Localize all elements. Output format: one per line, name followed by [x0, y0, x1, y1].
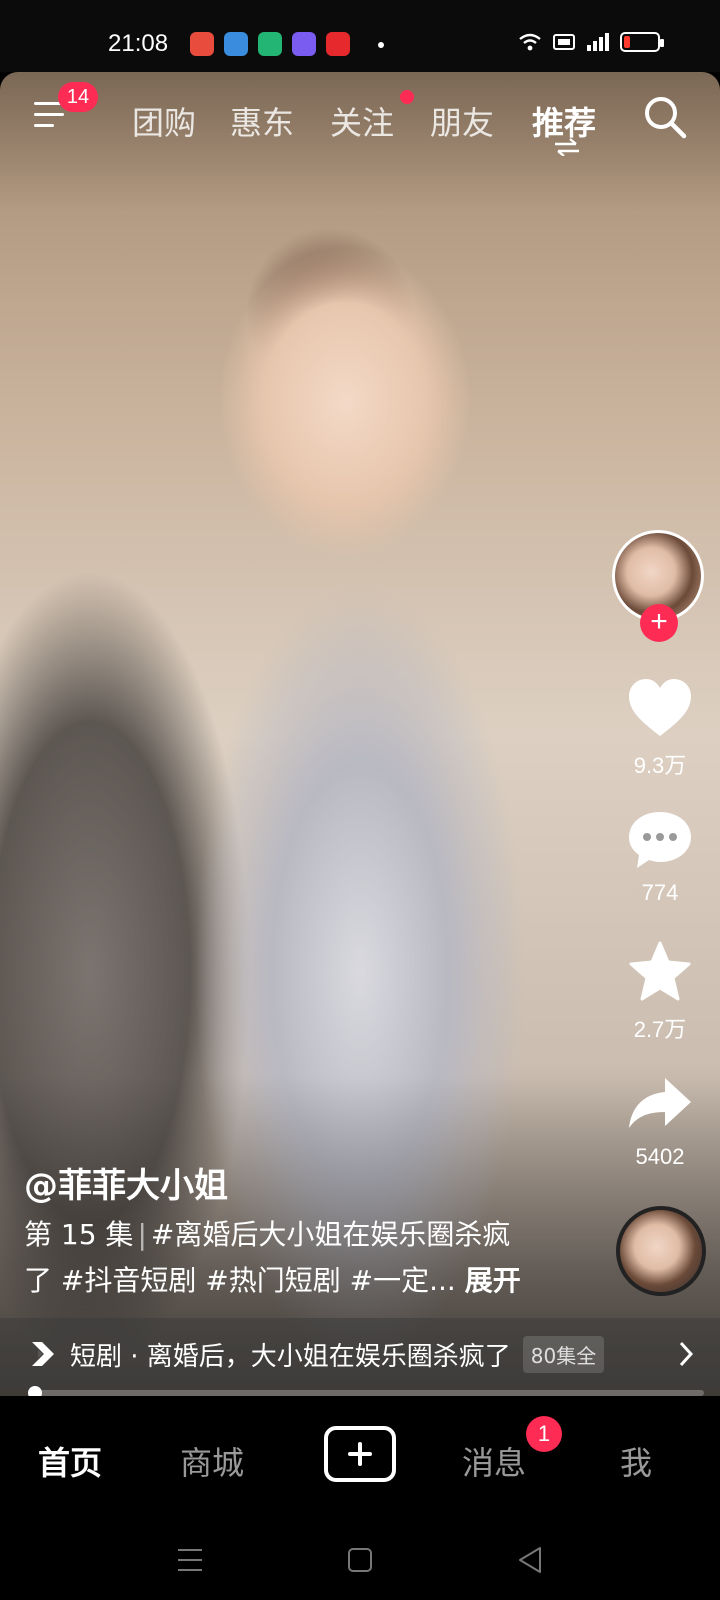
caption-separator: | [137, 1218, 147, 1251]
tab-home[interactable]: 首页 [38, 1438, 102, 1484]
chevron-right-icon [679, 1341, 694, 1367]
tab-mall[interactable]: 商城 [180, 1438, 244, 1484]
notification-dot [378, 42, 384, 48]
signal-icon [587, 33, 609, 51]
episode-count-badge: 80集全 [522, 1335, 605, 1373]
sim-icon [553, 34, 575, 50]
music-disc[interactable] [616, 1206, 706, 1296]
tab-huidong[interactable]: 惠东 [230, 98, 294, 144]
star-icon [629, 941, 691, 1001]
favorite-count: 2.7万 [633, 1017, 687, 1042]
caption-hashtags[interactable]: 了 #抖音短剧 #热门短剧 #一定... [24, 1264, 456, 1297]
comment-icon [629, 812, 691, 868]
share-count: 5402 [635, 1144, 685, 1169]
share-icon [629, 1078, 691, 1128]
bottom-tab-bar: 首页 商城 消息 1 我 [0, 1396, 720, 1516]
status-time: 21:08 [108, 30, 169, 57]
follow-button[interactable]: + [640, 604, 678, 642]
status-indicators [518, 32, 664, 52]
tab-me[interactable]: 我 [620, 1438, 652, 1484]
home-icon[interactable] [340, 1540, 380, 1580]
menu-badge: 14 [58, 82, 98, 112]
tab-following[interactable]: 关注 [330, 98, 394, 144]
recents-icon[interactable] [170, 1540, 210, 1580]
pinduoduo-app-icon [326, 32, 350, 56]
create-button[interactable] [324, 1426, 396, 1482]
caption-hashtag[interactable]: #离婚后大小姐在娱乐圈杀疯 [151, 1218, 510, 1251]
top-nav: 14 团购 惠东 关注 朋友 推荐 [0, 72, 720, 168]
like-button[interactable]: 9.3万 [612, 676, 708, 780]
tab-messages[interactable]: 消息 [462, 1438, 526, 1484]
system-nav-bar [0, 1516, 720, 1600]
share-button[interactable]: 5402 [612, 1072, 708, 1170]
battery-icon [620, 32, 664, 52]
series-bar[interactable]: 短剧 · 离婚后，大小姐在娱乐圈杀疯了 80集全 [0, 1318, 720, 1390]
author-name[interactable]: @菲菲大小姐 [24, 1158, 228, 1207]
search-icon[interactable] [642, 94, 688, 140]
favorite-button[interactable]: 2.7万 [612, 940, 708, 1044]
messages-badge: 1 [526, 1416, 562, 1452]
comment-count: 774 [641, 880, 679, 905]
back-icon[interactable] [510, 1540, 550, 1580]
wifi-icon [519, 33, 541, 51]
tab-group-buy[interactable]: 团购 [132, 98, 196, 144]
app-icon [224, 32, 248, 56]
tab-friends[interactable]: 朋友 [430, 98, 494, 144]
music-app-icon [190, 32, 214, 56]
heart-icon [629, 679, 691, 736]
episode-label: 第 15 集 [24, 1218, 134, 1251]
following-dot [400, 90, 414, 104]
status-bar: 21:08 [0, 0, 720, 72]
short-drama-icon [32, 1342, 54, 1366]
expand-button[interactable]: 展开 [465, 1264, 521, 1297]
battery-app-icon [258, 32, 282, 56]
gallery-app-icon [292, 32, 316, 56]
video-caption[interactable]: 第 15 集 | #离婚后大小姐在娱乐圈杀疯 了 #抖音短剧 #热门短剧 #一定..… [24, 1212, 564, 1304]
switch-arrows-icon [555, 138, 579, 156]
comment-button[interactable]: 774 [612, 808, 708, 906]
like-count: 9.3万 [633, 753, 687, 778]
series-title: 短剧 · 离婚后，大小姐在娱乐圈杀疯了 [70, 1341, 511, 1372]
status-app-icons [190, 32, 350, 56]
